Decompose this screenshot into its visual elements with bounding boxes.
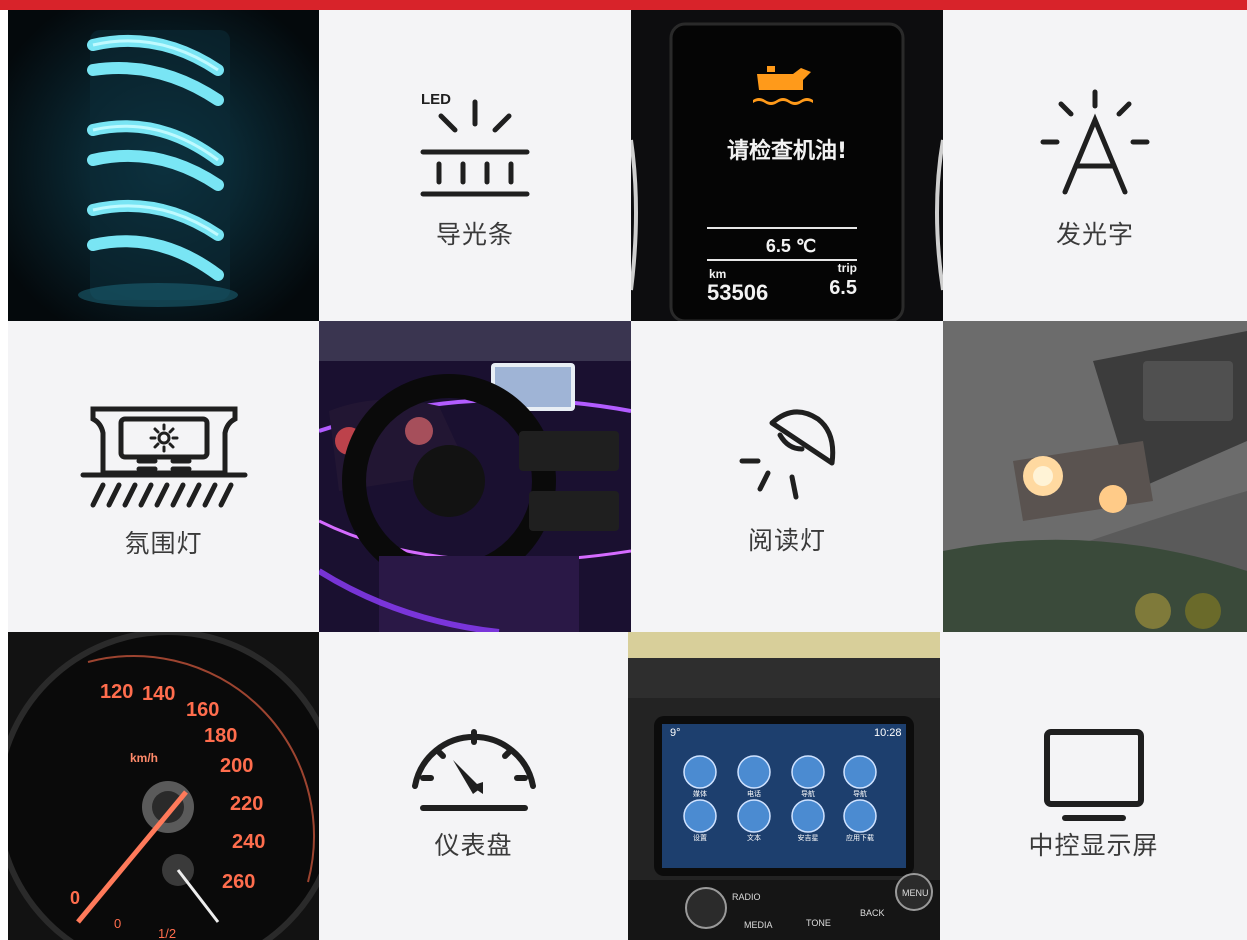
app-label-onstar: 安吉星: [798, 833, 819, 842]
photo-speedometer: 120 140 160 180 200 220 240 260 km/h 0 1…: [8, 632, 319, 940]
photo-ambient-interior: [319, 321, 631, 632]
fuel-half: 1/2: [158, 926, 176, 940]
ambient-light-icon: [80, 406, 247, 508]
fuel-empty: 0: [114, 916, 121, 931]
category-label-light-strip: 导光条: [435, 220, 514, 249]
app-label-text: 文本: [747, 833, 761, 842]
category-label-luminous-letter: 发光字: [1055, 220, 1134, 249]
app-label-media: 媒体: [693, 789, 707, 798]
tick-180: 180: [204, 725, 237, 747]
app-label-phone: 电话: [747, 789, 761, 798]
app-label-nav-2: 导航: [853, 789, 867, 798]
speed-unit: km/h: [130, 751, 158, 765]
category-tile-reading-light[interactable]: 阅读灯: [631, 321, 943, 632]
category-tile-instrument-panel[interactable]: 仪表盘: [319, 632, 628, 940]
odometer-value: 53506: [707, 280, 768, 305]
photo-dome-light: [943, 321, 1247, 632]
app-label-settings: 设置: [693, 833, 707, 842]
trip-unit: trip: [838, 261, 857, 275]
photo-infotainment: 9° 10:28 媒体 电话 导航 导航 设置 文本 安吉星 应用下载 RADI…: [628, 632, 940, 940]
btn-media: MEDIA: [744, 920, 773, 930]
tick-160: 160: [186, 699, 219, 721]
photo-dashboard-warning: 请检查机油! 6.5 ℃ km 53506 trip 6.5: [631, 10, 943, 321]
category-tile-center-display[interactable]: 中控显示屏: [940, 632, 1247, 940]
tick-240: 240: [232, 831, 265, 853]
tick-zero: 0: [70, 888, 80, 908]
tick-200: 200: [220, 755, 253, 777]
category-tile-light-strip[interactable]: LED 导光条: [319, 10, 631, 321]
screen-time: 10:28: [874, 727, 902, 739]
screen-temp: 9°: [670, 727, 681, 739]
led-strip-icon: LED: [420, 91, 530, 197]
led-badge: LED: [421, 91, 451, 108]
category-label-reading-light: 阅读灯: [747, 526, 826, 555]
odometer-unit: km: [709, 267, 726, 281]
category-label-instrument-panel: 仪表盘: [434, 831, 513, 860]
btn-tone: TONE: [806, 918, 831, 928]
btn-back: BACK: [860, 908, 885, 918]
category-tile-ambient-light[interactable]: 氛围灯: [8, 321, 319, 632]
category-label-ambient-light: 氛围灯: [124, 529, 203, 558]
app-label-app-download: 应用下载: [846, 833, 874, 842]
monitor-icon: [1043, 729, 1144, 821]
reading-lamp-icon: [739, 409, 836, 500]
app-label-nav-1: 导航: [801, 789, 815, 798]
temperature-readout: 6.5 ℃: [766, 236, 816, 256]
accent-bar: [0, 0, 1247, 10]
btn-menu: MENU: [902, 888, 929, 898]
trip-value: 6.5: [829, 277, 857, 299]
tick-260: 260: [222, 871, 255, 893]
warning-text: 请检查机油!: [727, 138, 847, 164]
btn-radio: RADIO: [732, 892, 761, 902]
glowing-letter-icon: [1040, 89, 1150, 195]
tick-220: 220: [230, 793, 263, 815]
category-label-center-display: 中控显示屏: [1028, 831, 1159, 860]
category-tile-luminous-letter[interactable]: 发光字: [943, 10, 1247, 321]
tick-120: 120: [100, 681, 133, 703]
tick-140: 140: [142, 683, 175, 705]
gauge-icon: [411, 729, 536, 811]
photo-el-light-strip: [8, 10, 319, 321]
